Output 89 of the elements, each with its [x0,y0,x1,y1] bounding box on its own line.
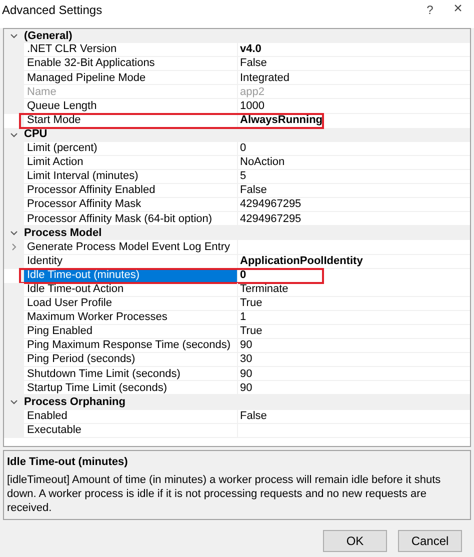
close-button[interactable]: × [444,1,472,16]
property-name: Generate Process Model Event Log Entry [27,240,230,255]
property-name: Limit (percent) [27,141,98,156]
property-row[interactable]: Managed Pipeline Mode Integrated [4,71,470,86]
property-name: Identity [27,254,62,269]
category-row[interactable]: Process Orphaning [4,395,470,410]
description-title: Idle Time-out (minutes) [7,455,129,470]
property-value: Terminate [240,282,288,297]
property-name: Idle Time-out (minutes) [27,268,140,283]
dialog-button[interactable]: OK [323,530,387,552]
property-row[interactable]: Maximum Worker Processes 1 [4,310,470,325]
property-name: Startup Time Limit (seconds) [27,380,167,396]
property-name: .NET CLR Version [27,42,117,58]
category-name: (General) [24,29,72,44]
property-value: 90 [240,338,252,354]
window-title: Advanced Settings [2,2,102,19]
property-row[interactable]: Ping Maximum Response Time (seconds) 90 [4,339,470,354]
property-name: Idle Time-out Action [27,282,124,297]
category-name: Process Model [24,226,102,242]
property-name: Load User Profile [27,296,112,312]
property-row[interactable]: Queue Length 1000 [4,99,470,114]
chevron-right-icon[interactable] [10,243,18,252]
property-name: Processor Affinity Mask [27,197,142,212]
property-value: False [240,56,267,72]
property-value: app2 [240,84,264,100]
property-row[interactable]: .NET CLR Version v4.0 [4,43,470,58]
property-row[interactable]: Ping Enabled True [4,324,470,340]
property-value: NoAction [240,155,285,170]
property-name: Limit Action [27,155,84,170]
chevron-down-icon[interactable] [10,398,18,406]
category-name: CPU [24,127,48,142]
property-value: True [240,296,262,312]
property-row[interactable]: Generate Process Model Event Log Entry [4,240,470,254]
property-name: Name [27,84,56,100]
property-name: Managed Pipeline Mode [27,70,146,86]
property-value: 4294967295 [240,197,302,212]
property-value: False [240,183,267,198]
property-name: Start Mode [27,112,81,128]
property-value: Integrated [240,70,290,86]
property-row[interactable]: Processor Affinity Enabled False [4,184,470,198]
category-row[interactable]: (General) [4,29,470,44]
property-name: Executable [27,422,82,438]
property-value: v4.0 [240,42,262,58]
property-row[interactable]: Enabled False [4,410,470,424]
help-button[interactable]: ? [416,1,444,19]
property-row[interactable]: Processor Affinity Mask 4294967295 [4,198,470,212]
property-value: 90 [240,380,252,396]
property-row[interactable]: Enable 32-Bit Applications False [4,57,470,72]
property-value: AlwaysRunning [240,112,323,128]
property-value: 90 [240,366,252,382]
property-name: Processor Affinity Enabled [27,183,156,198]
property-name: Ping Maximum Response Time (seconds) [27,338,231,354]
property-name: Processor Affinity Mask (64-bit option) [27,212,212,227]
property-row[interactable]: Limit Action NoAction [4,156,470,170]
property-row[interactable]: Idle Time-out Action Terminate [4,282,470,297]
property-name: Enabled [27,408,68,424]
category-row[interactable]: CPU [4,128,470,142]
property-value: 30 [240,352,252,368]
category-name: Process Orphaning [24,395,126,410]
chevron-down-icon[interactable] [10,32,18,40]
property-name: Limit Interval (minutes) [27,169,138,184]
property-name: Ping Enabled [27,324,92,340]
property-value: 1 [240,310,246,326]
category-row[interactable]: Process Model [4,226,470,240]
property-value: 5 [240,169,246,184]
property-value: True [240,324,262,340]
dialog-button[interactable]: Cancel [398,530,462,552]
property-value: 4294967295 [240,212,302,227]
property-row[interactable]: Shutdown Time Limit (seconds) 90 [4,367,470,382]
property-name: Enable 32-Bit Applications [27,56,155,72]
property-row[interactable]: Identity ApplicationPoolIdentity [4,254,470,269]
chevron-down-icon[interactable] [10,130,18,139]
property-value: 0 [240,141,246,156]
chevron-down-icon[interactable] [10,229,18,238]
property-name: Queue Length [27,98,97,114]
property-name: Ping Period (seconds) [27,352,136,368]
description-text: [idleTimeout] Amount of time (in minutes) a worker process will remain idle before it shuts down. A worker process is idle if it is not processing requests and no new requests are received. [7,472,442,514]
property-row[interactable]: Executable [4,424,470,438]
property-value: ApplicationPoolIdentity [240,254,363,269]
property-row[interactable]: Load User Profile True [4,296,470,311]
property-name: Maximum Worker Processes [27,310,168,326]
property-row[interactable]: Ping Period (seconds) 30 [4,353,470,368]
highlighted-property-row[interactable]: Start Mode AlwaysRunning [20,114,323,128]
property-value: 1000 [240,98,264,114]
property-row[interactable]: Limit (percent) 0 [4,142,470,156]
property-value: 0 [240,268,246,283]
property-name: Shutdown Time Limit (seconds) [27,366,180,382]
property-value: False [240,408,267,424]
property-row[interactable]: Limit Interval (minutes) 5 [4,170,470,184]
